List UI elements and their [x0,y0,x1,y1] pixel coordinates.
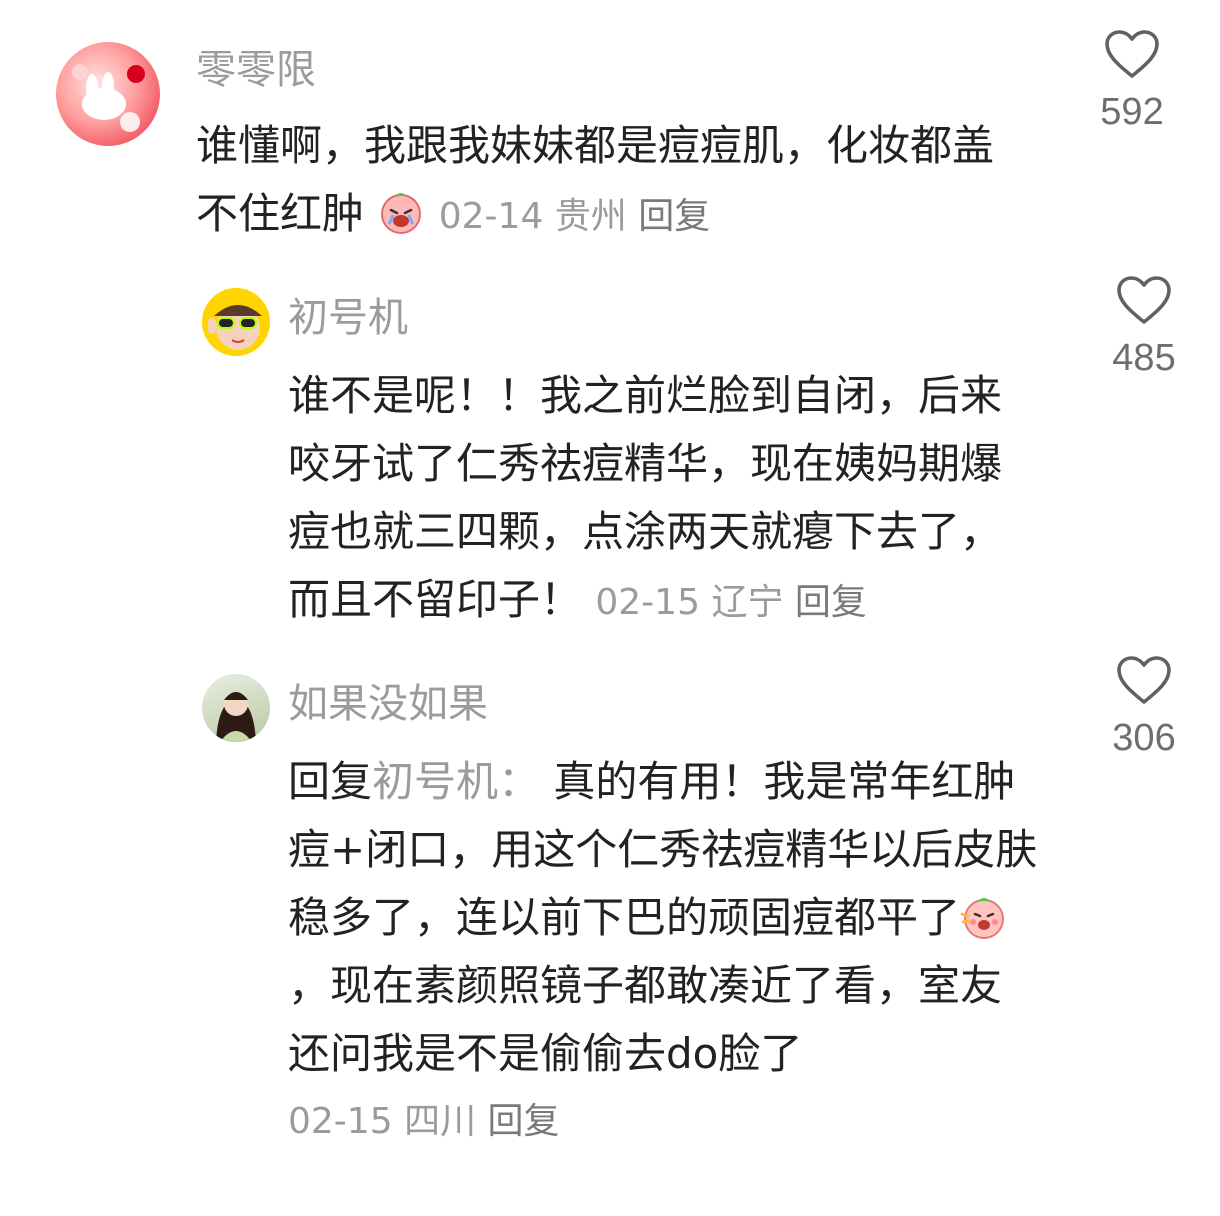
reply-target-username[interactable]: 初号机： [372,757,540,806]
comment-date: 02-15 [288,1101,393,1142]
comment-1: 零零限 谁懂啊，我跟我妹妹都是痘痘肌，化妆都盖不住红肿 02-14 贵州 回复 … [0,0,1220,260]
avatar[interactable] [202,288,270,356]
comment-meta: 02-15 四川 回复 [288,1088,1038,1156]
comment-meta: 02-14 贵州 回复 [439,196,711,237]
avatar-image [216,692,256,742]
reply-button[interactable]: 回复 [795,582,867,623]
avatar[interactable] [202,674,270,742]
comment-text: 谁不是呢！！我之前烂脸到自闭，后来咬牙试了仁秀祛痘精华，现在姨妈期爆痘也就三四颗… [288,362,1018,637]
comment-location: 辽宁 [711,582,784,623]
comment-location: 四川 [404,1101,477,1142]
like-count: 592 [1100,91,1164,133]
comment-location: 贵州 [554,196,627,237]
heart-outline-icon [1117,276,1171,324]
comment-date: 02-14 [438,196,544,237]
avatar-image [72,64,145,132]
like-button[interactable]: 592 [1082,28,1182,134]
avatar[interactable] [56,42,160,146]
like-count: 306 [1112,717,1176,759]
username[interactable]: 如果没如果 [288,680,488,728]
username[interactable]: 零零限 [196,46,316,94]
heart-outline-icon [1117,656,1171,704]
like-button[interactable]: 306 [1094,654,1194,760]
reply-button[interactable]: 回复 [488,1101,560,1142]
reply-prefix: 回复 [288,757,373,806]
comment-date: 02-15 [595,582,700,623]
comment-text: 回复初号机： 真的有用！我是常年红肿痘+闭口，用这个仁秀祛痘精华以后皮肤稳多了，… [288,748,1038,1156]
like-count: 485 [1112,337,1176,379]
crying-face-emoji [381,193,422,234]
comment-meta: 02-15 辽宁 回复 [595,582,867,623]
avatar-image [208,305,262,350]
like-button[interactable]: 485 [1094,274,1194,380]
comment-text: 谁懂啊，我跟我妹妹都是痘痘肌，化妆都盖不住红肿 02-14 贵州 回复 [196,112,1026,251]
username[interactable]: 初号机 [288,294,408,342]
heart-outline-icon [1105,30,1159,78]
comment-body-continued: ，现在素颜照镜子都敢凑近了看，室友还问我是不是偷偷去do脸了 [288,961,1003,1078]
comment-2: 初号机 谁不是呢！！我之前烂脸到自闭，后来咬牙试了仁秀祛痘精华，现在姨妈期爆痘也… [0,260,1220,640]
comment-3: 如果没如果 回复初号机： 真的有用！我是常年红肿痘+闭口，用这个仁秀祛痘精华以后… [0,650,1220,1190]
peach-face-emoji [960,898,1005,939]
reply-button[interactable]: 回复 [638,196,710,237]
